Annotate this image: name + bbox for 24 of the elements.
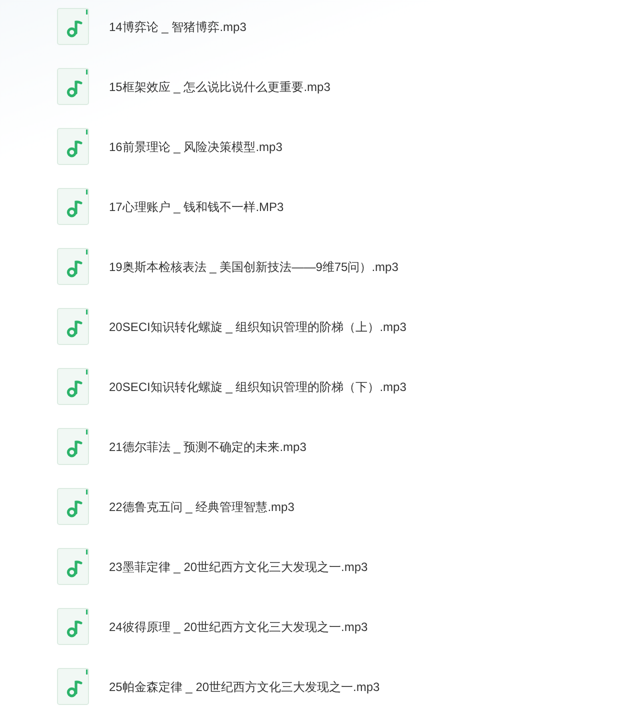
music-file-icon <box>57 128 89 165</box>
file-name[interactable]: 20SECI知识转化螺旋 _ 组织知识管理的阶梯（上）.mp3 <box>109 318 406 334</box>
music-file-icon <box>57 548 89 585</box>
music-file-icon <box>57 488 89 525</box>
file-name[interactable]: 15框架效应 _ 怎么说比说什么更重要.mp3 <box>109 78 330 94</box>
file-name[interactable]: 23墨菲定律 _ 20世纪西方文化三大发现之一.mp3 <box>109 558 368 574</box>
file-name[interactable]: 20SECI知识转化螺旋 _ 组织知识管理的阶梯（下）.mp3 <box>109 378 406 394</box>
file-name[interactable]: 16前景理论 _ 风险决策模型.mp3 <box>109 138 282 154</box>
file-name[interactable]: 22德鲁克五问 _ 经典管理智慧.mp3 <box>109 498 294 514</box>
music-file-icon <box>57 428 89 465</box>
music-file-icon <box>57 248 89 285</box>
music-file-icon <box>57 68 89 105</box>
music-file-icon <box>57 188 89 225</box>
file-name[interactable]: 19奥斯本检核表法 _ 美国创新技法——9维75问）.mp3 <box>109 258 398 274</box>
file-name[interactable]: 24彼得原理 _ 20世纪西方文化三大发现之一.mp3 <box>109 618 368 634</box>
music-file-icon <box>57 8 89 45</box>
music-file-icon <box>57 308 89 345</box>
music-file-icon <box>57 608 89 645</box>
file-name[interactable]: 21德尔菲法 _ 预测不确定的未来.mp3 <box>109 438 306 454</box>
file-name[interactable]: 17心理账户 _ 钱和钱不一样.MP3 <box>109 198 284 214</box>
file-name[interactable]: 25帕金森定律 _ 20世纪西方文化三大发现之一.mp3 <box>109 678 380 694</box>
music-file-icon <box>57 668 89 705</box>
music-file-icon <box>57 368 89 405</box>
file-name[interactable]: 14博弈论 _ 智猪博弈.mp3 <box>109 18 246 34</box>
